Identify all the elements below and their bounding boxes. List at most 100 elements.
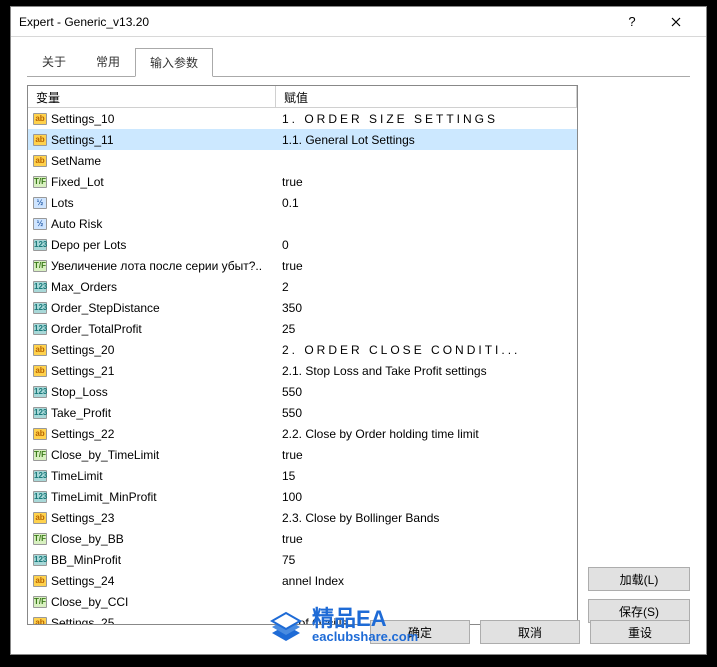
cell-variable: ½Lots (28, 196, 276, 210)
watermark-brand: 精品EA (312, 607, 418, 630)
type-12b-icon: ½ (33, 218, 47, 230)
window-title: Expert - Generic_v13.20 (19, 15, 610, 29)
cell-value[interactable]: 15 (276, 469, 577, 483)
table-body[interactable]: abSettings_101. ORDER SIZE SETTINGSabSet… (28, 108, 577, 625)
cell-variable: 123BB_MinProfit (28, 553, 276, 567)
sidebar-buttons: 加载(L) 保存(S) (588, 85, 690, 625)
type-ab-icon: ab (33, 113, 47, 125)
cell-variable: 123TimeLimit_MinProfit (28, 490, 276, 504)
table-row[interactable]: abSetName (28, 150, 577, 171)
table-row[interactable]: T/FClose_by_BBtrue (28, 528, 577, 549)
cell-value[interactable]: 0 (276, 238, 577, 252)
cell-variable: 123Max_Orders (28, 280, 276, 294)
table-row[interactable]: abSettings_21 2.1. Stop Loss and Take Pr… (28, 360, 577, 381)
table-row[interactable]: 123Max_Orders2 (28, 276, 577, 297)
table-row[interactable]: 123Depo per Lots0 (28, 234, 577, 255)
tab-inputs[interactable]: 输入参数 (135, 48, 213, 77)
content-area: 变量 赋值 abSettings_101. ORDER SIZE SETTING… (11, 77, 706, 637)
type-vf-icon: T/F (33, 533, 47, 545)
table-row[interactable]: 123 Stop_Loss 550 (28, 381, 577, 402)
table-row[interactable]: abSettings_23 2.3. Close by Bollinger Ba… (28, 507, 577, 528)
cell-value[interactable]: 2.3. Close by Bollinger Bands (276, 511, 577, 525)
type-vf-icon: T/F (33, 176, 47, 188)
variable-name: Увеличение лота после серии убыт?.. (51, 259, 262, 273)
variable-name: Order_StepDistance (51, 301, 160, 315)
table-row[interactable]: ab Settings_11 1.1. General Lot Settings (28, 129, 577, 150)
close-button[interactable] (654, 8, 698, 36)
cell-value[interactable]: 2.1. Stop Loss and Take Profit settings (276, 364, 577, 378)
type-12a-icon: 123 (33, 386, 47, 398)
cell-value[interactable]: 75 (276, 553, 577, 567)
variable-name: Stop_Loss (51, 385, 108, 399)
variable-name: TimeLimit (51, 469, 103, 483)
table-row[interactable]: T/FClose_by_TimeLimittrue (28, 444, 577, 465)
cell-variable: ½ Auto Risk (28, 217, 276, 231)
table-row[interactable]: 123TimeLimit_MinProfit100 (28, 486, 577, 507)
variable-name: TimeLimit_MinProfit (51, 490, 157, 504)
cell-variable: abSettings_21 (28, 364, 276, 378)
reset-button[interactable]: 重设 (590, 620, 690, 644)
variable-name: Take_Profit (51, 406, 111, 420)
variable-name: Depo per Lots (51, 238, 126, 252)
variable-name: Auto Risk (51, 217, 102, 231)
cancel-button[interactable]: 取消 (480, 620, 580, 644)
type-12b-icon: ½ (33, 197, 47, 209)
watermark-brand-cn: 精品 (312, 607, 356, 630)
type-12a-icon: 123 (33, 470, 47, 482)
cell-value[interactable]: true (276, 175, 577, 189)
cell-value[interactable]: 0.1 (276, 196, 577, 210)
tab-about[interactable]: 关于 (27, 47, 81, 76)
titlebar: Expert - Generic_v13.20 ? (11, 7, 706, 37)
header-value[interactable]: 赋值 (276, 86, 577, 107)
cell-variable: abSettings_25 (28, 616, 276, 626)
cell-variable: 123Depo per Lots (28, 238, 276, 252)
table-row[interactable]: 123Order_StepDistance350 (28, 297, 577, 318)
cell-value[interactable]: 2.2. Close by Order holding time limit (276, 427, 577, 441)
type-ab-icon: ab (33, 134, 47, 146)
table-row[interactable]: 123Order_TotalProfit25 (28, 318, 577, 339)
cell-value[interactable]: true (276, 532, 577, 546)
table-row[interactable]: abSettings_101. ORDER SIZE SETTINGS (28, 108, 577, 129)
cell-value[interactable]: 1. ORDER SIZE SETTINGS (276, 112, 577, 126)
table-row[interactable]: 123Take_Profit550 (28, 402, 577, 423)
type-vf-icon: T/F (33, 596, 47, 608)
table-row[interactable]: T/FFixed_Lottrue (28, 171, 577, 192)
titlebar-buttons: ? (610, 8, 698, 36)
cell-value[interactable]: 550 (276, 406, 577, 420)
watermark-logo-icon (266, 609, 306, 643)
type-ab-icon: ab (33, 428, 47, 440)
type-ab-icon: ab (33, 365, 47, 377)
load-button[interactable]: 加载(L) (588, 567, 690, 591)
cell-value[interactable]: true (276, 259, 577, 273)
cell-value[interactable]: 2. ORDER CLOSE CONDITI... (276, 343, 577, 357)
table-row[interactable]: abSettings_202. ORDER CLOSE CONDITI... (28, 339, 577, 360)
cell-value[interactable]: 100 (276, 490, 577, 504)
cell-value[interactable]: true (276, 448, 577, 462)
table-row[interactable]: T/FУвеличение лота после серии убыт?..tr… (28, 255, 577, 276)
cell-value[interactable]: annel Index (276, 574, 577, 588)
help-button[interactable]: ? (610, 8, 654, 36)
variable-name: Settings_11 (51, 133, 114, 147)
table-row[interactable]: ½ Auto Risk (28, 213, 577, 234)
close-icon (671, 17, 681, 27)
cell-variable: 123Order_StepDistance (28, 301, 276, 315)
cell-variable: T/FFixed_Lot (28, 175, 276, 189)
table-row[interactable]: 123 TimeLimit 15 (28, 465, 577, 486)
table-row[interactable]: ½Lots0.1 (28, 192, 577, 213)
variable-name: SetName (51, 154, 101, 168)
tab-common[interactable]: 常用 (81, 47, 135, 76)
type-ab-icon: ab (33, 344, 47, 356)
table-row[interactable]: abSettings_22 2.2. Close by Order holdin… (28, 423, 577, 444)
cell-value[interactable]: 1.1. General Lot Settings (276, 133, 577, 147)
cell-value[interactable]: 350 (276, 301, 577, 315)
watermark-brand-en: EA (356, 607, 387, 630)
header-variable[interactable]: 变量 (28, 86, 276, 107)
table-row[interactable]: abSettings_24 annel Index (28, 570, 577, 591)
cell-variable: 123Order_TotalProfit (28, 322, 276, 336)
cell-value[interactable]: 25 (276, 322, 577, 336)
table-row[interactable]: 123BB_MinProfit75 (28, 549, 577, 570)
cell-value[interactable]: 2 (276, 280, 577, 294)
cell-variable: T/FУвеличение лота после серии убыт?.. (28, 259, 276, 273)
type-vf-icon: T/F (33, 449, 47, 461)
cell-value[interactable]: 550 (276, 385, 577, 399)
